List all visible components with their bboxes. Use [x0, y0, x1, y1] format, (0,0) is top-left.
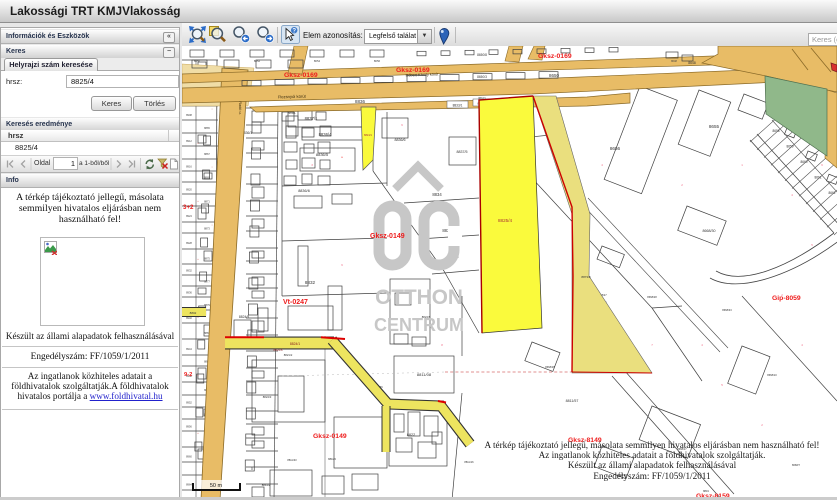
svg-text:Gksz-0169: Gksz-0169 — [538, 53, 572, 60]
svg-text:3+2: 3+2 — [183, 204, 194, 211]
svg-text:8822: 8822 — [407, 433, 415, 437]
svg-text:8916: 8916 — [186, 164, 192, 168]
svg-text:Az ingatlanok közhiteles adata: Az ingatlanok közhiteles adatait a földh… — [539, 450, 766, 460]
svg-text:8873/8: 8873/8 — [581, 275, 591, 279]
svg-text:8650/8: 8650/8 — [477, 53, 487, 57]
svg-text:OTTHON: OTTHON — [375, 286, 463, 309]
svg-text:Gip-8059: Gip-8059 — [772, 295, 801, 302]
svg-text:8867: 8867 — [204, 152, 210, 156]
svg-text:Vt-0247: Vt-0247 — [283, 299, 308, 306]
svg-text:8871: 8871 — [204, 199, 210, 203]
svg-text:Készült az állami alapadatok f: Készült az állami alapadatok felhasználá… — [568, 460, 737, 470]
svg-text:8912: 8912 — [186, 139, 192, 143]
svg-text:Rozsnyói körút: Rozsnyói körút — [278, 94, 307, 100]
svg-text:8656: 8656 — [374, 59, 381, 63]
svg-text:8650: 8650 — [194, 59, 201, 63]
svg-text:8875: 8875 — [204, 257, 210, 261]
svg-text:Gksz-0169: Gksz-0169 — [396, 67, 430, 74]
svg-text:8668/30: 8668/30 — [703, 229, 716, 233]
svg-text:8932: 8932 — [186, 269, 192, 273]
svg-text:8655: 8655 — [709, 124, 720, 129]
svg-text:8824/6: 8824/6 — [273, 348, 283, 352]
svg-text:8873: 8873 — [204, 227, 210, 231]
svg-text:8654: 8654 — [314, 59, 321, 63]
svg-text:8836/4: 8836/4 — [319, 132, 332, 137]
svg-text:8668/28: 8668/28 — [545, 365, 555, 369]
svg-text:8821/2: 8821/2 — [284, 353, 293, 357]
svg-text:Gksz-0169: Gksz-0169 — [284, 72, 318, 79]
svg-text:8668/28: 8668/28 — [647, 295, 657, 299]
svg-text:8924: 8924 — [186, 214, 192, 218]
svg-text:8824/1: 8824/1 — [364, 133, 372, 137]
svg-text:8877: 8877 — [204, 280, 210, 284]
svg-text:8648: 8648 — [688, 61, 696, 65]
svg-text:8802: 8802 — [190, 311, 197, 315]
svg-text:8841/2: 8841/2 — [262, 483, 271, 487]
svg-text:8837/1: 8837/1 — [478, 97, 486, 100]
svg-text:CENTRUM: CENTRUM — [374, 315, 464, 335]
svg-text:8836/5: 8836/5 — [316, 152, 329, 157]
svg-text:8811/16: 8811/16 — [464, 460, 474, 464]
svg-text:A térkép tájékoztató jellegű,: A térkép tájékoztató jellegű, másolata s… — [485, 440, 820, 450]
svg-text:8650/3: 8650/3 — [477, 75, 487, 79]
svg-text:8824/3: 8824/3 — [263, 395, 272, 399]
svg-text:8956: 8956 — [186, 424, 192, 428]
svg-text:8833/1: 8833/1 — [453, 104, 463, 108]
svg-text:8656: 8656 — [610, 146, 621, 151]
svg-text:8944: 8944 — [186, 347, 192, 351]
svg-text:8836/L: 8836/L — [288, 112, 296, 115]
svg-text:8832: 8832 — [305, 280, 316, 285]
svg-text:50 m: 50 m — [210, 483, 223, 489]
svg-text:8836/6: 8836/6 — [298, 189, 310, 193]
svg-text:8811/08: 8811/08 — [417, 372, 432, 377]
svg-text:8936: 8936 — [186, 291, 192, 295]
svg-text:8928: 8928 — [186, 241, 192, 245]
svg-text:8952: 8952 — [186, 400, 192, 404]
svg-text:8879: 8879 — [204, 303, 210, 307]
svg-text:8648: 8648 — [671, 59, 677, 63]
svg-text:0: 0 — [251, 467, 253, 471]
svg-text:Engedélyszám: FF/1059/1/2011: Engedélyszám: FF/1059/1/2011 — [593, 471, 711, 481]
svg-text:8824/9: 8824/9 — [239, 315, 249, 319]
svg-text:8836: 8836 — [355, 99, 366, 104]
svg-text:8837/1: 8837/1 — [305, 116, 318, 121]
svg-text:8652: 8652 — [254, 59, 261, 63]
svg-text:Gksz-0149: Gksz-0149 — [370, 233, 405, 240]
svg-text:8865: 8865 — [204, 126, 210, 130]
svg-text:9-2: 9-2 — [184, 372, 192, 378]
svg-text:8811/33: 8811/33 — [287, 458, 297, 462]
svg-text:8834: 8834 — [432, 192, 442, 197]
svg-text:Radó u.: Radó u. — [238, 101, 242, 114]
svg-text:8668/7: 8668/7 — [792, 463, 800, 467]
svg-text:8920: 8920 — [186, 187, 192, 191]
svg-text:8811/57: 8811/57 — [566, 399, 579, 403]
svg-text:Gksz-0149: Gksz-0149 — [313, 433, 347, 440]
svg-text:8960: 8960 — [186, 455, 192, 459]
svg-text:8819: 8819 — [703, 489, 709, 493]
svg-text:8824/1: 8824/1 — [290, 342, 300, 346]
svg-text:8837/5: 8837/5 — [457, 150, 468, 154]
svg-text:8908: 8908 — [186, 113, 192, 117]
svg-text:8668/10: 8668/10 — [767, 373, 777, 377]
svg-text:8811/3: 8811/3 — [328, 457, 336, 461]
svg-text:8836/6: 8836/6 — [395, 138, 406, 142]
svg-text:8964: 8964 — [186, 483, 192, 487]
svg-text:8825/4: 8825/4 — [498, 218, 512, 223]
svg-text:8668/33: 8668/33 — [722, 308, 732, 312]
svg-text:?: ? — [292, 29, 296, 35]
